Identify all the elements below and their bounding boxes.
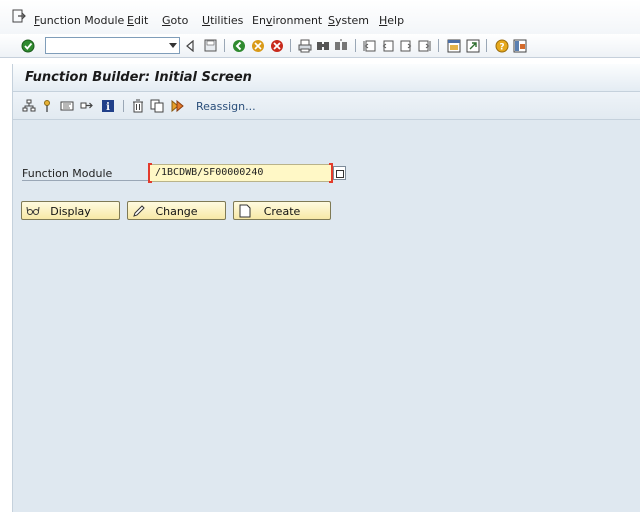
- menu-environment[interactable]: Environment: [252, 14, 322, 27]
- where-used-icon[interactable]: [40, 99, 54, 113]
- exit-icon[interactable]: [250, 38, 265, 53]
- display-object-icon[interactable]: [60, 99, 74, 113]
- application-toolbar: i Reassign...: [13, 92, 640, 120]
- menu-bar: Function Module Edit Goto Utilities Envi…: [0, 0, 640, 34]
- print-icon[interactable]: [297, 38, 312, 53]
- object-list-icon[interactable]: [22, 99, 36, 113]
- last-page-icon[interactable]: [416, 38, 431, 53]
- create-button[interactable]: Create: [233, 201, 331, 220]
- customize-layout-icon[interactable]: [512, 38, 527, 53]
- menu-system[interactable]: System: [328, 14, 369, 27]
- chevron-down-icon[interactable]: [169, 43, 177, 48]
- menu-utilities[interactable]: Utilities: [202, 14, 243, 27]
- menu-help[interactable]: Help: [379, 14, 404, 27]
- rename-icon[interactable]: [170, 99, 184, 113]
- display-button[interactable]: Display: [21, 201, 120, 220]
- find-next-icon[interactable]: [333, 38, 348, 53]
- toolbar-separator: [224, 39, 225, 52]
- required-marker-left: [148, 163, 152, 183]
- menu-goto[interactable]: Goto: [162, 14, 188, 27]
- title-bar: Function Builder: Initial Screen: [13, 64, 640, 92]
- back-icon[interactable]: [182, 38, 197, 53]
- create-button-label: Create: [263, 205, 301, 218]
- find-icon[interactable]: [315, 38, 330, 53]
- create-session-icon[interactable]: [446, 38, 461, 53]
- display-button-label: Display: [50, 205, 91, 218]
- toolbar-separator: [290, 39, 291, 52]
- info-icon[interactable]: i: [101, 99, 115, 113]
- svg-text:?: ?: [499, 42, 504, 52]
- svg-text:i: i: [106, 102, 110, 113]
- enter-icon[interactable]: [20, 38, 35, 53]
- system-toolbar: ?: [0, 34, 640, 58]
- first-page-icon[interactable]: [362, 38, 377, 53]
- shortcut-icon[interactable]: [465, 38, 480, 53]
- menu-edit[interactable]: Edit: [127, 14, 148, 27]
- previous-page-icon[interactable]: [380, 38, 395, 53]
- command-field[interactable]: [45, 37, 180, 54]
- delete-icon[interactable]: [131, 99, 145, 113]
- toolbar-separator: [123, 100, 124, 112]
- other-object-icon[interactable]: [80, 99, 94, 113]
- menu-exit-icon[interactable]: [12, 9, 26, 23]
- function-module-input[interactable]: /1BCDWB/SF00000240: [149, 164, 333, 182]
- function-module-label: Function Module: [22, 167, 113, 180]
- save-icon[interactable]: [203, 38, 218, 53]
- application-area: Function Builder: Initial Screen i Reass…: [12, 64, 640, 512]
- change-button-label: Change: [155, 205, 198, 218]
- page-title: Function Builder: Initial Screen: [25, 70, 252, 85]
- change-button[interactable]: Change: [127, 201, 226, 220]
- value-help-button[interactable]: [333, 166, 346, 180]
- menu-function-module[interactable]: Function Module: [34, 14, 124, 27]
- toolbar-separator: [438, 39, 439, 52]
- help-icon[interactable]: ?: [494, 38, 509, 53]
- green-back-icon[interactable]: [231, 38, 246, 53]
- toolbar-separator: [486, 39, 487, 52]
- next-page-icon[interactable]: [398, 38, 413, 53]
- cancel-icon[interactable]: [269, 38, 284, 53]
- copy-icon[interactable]: [150, 99, 164, 113]
- label-underline: [22, 180, 150, 181]
- toolbar-separator: [355, 39, 356, 52]
- reassign-button[interactable]: Reassign...: [196, 100, 256, 113]
